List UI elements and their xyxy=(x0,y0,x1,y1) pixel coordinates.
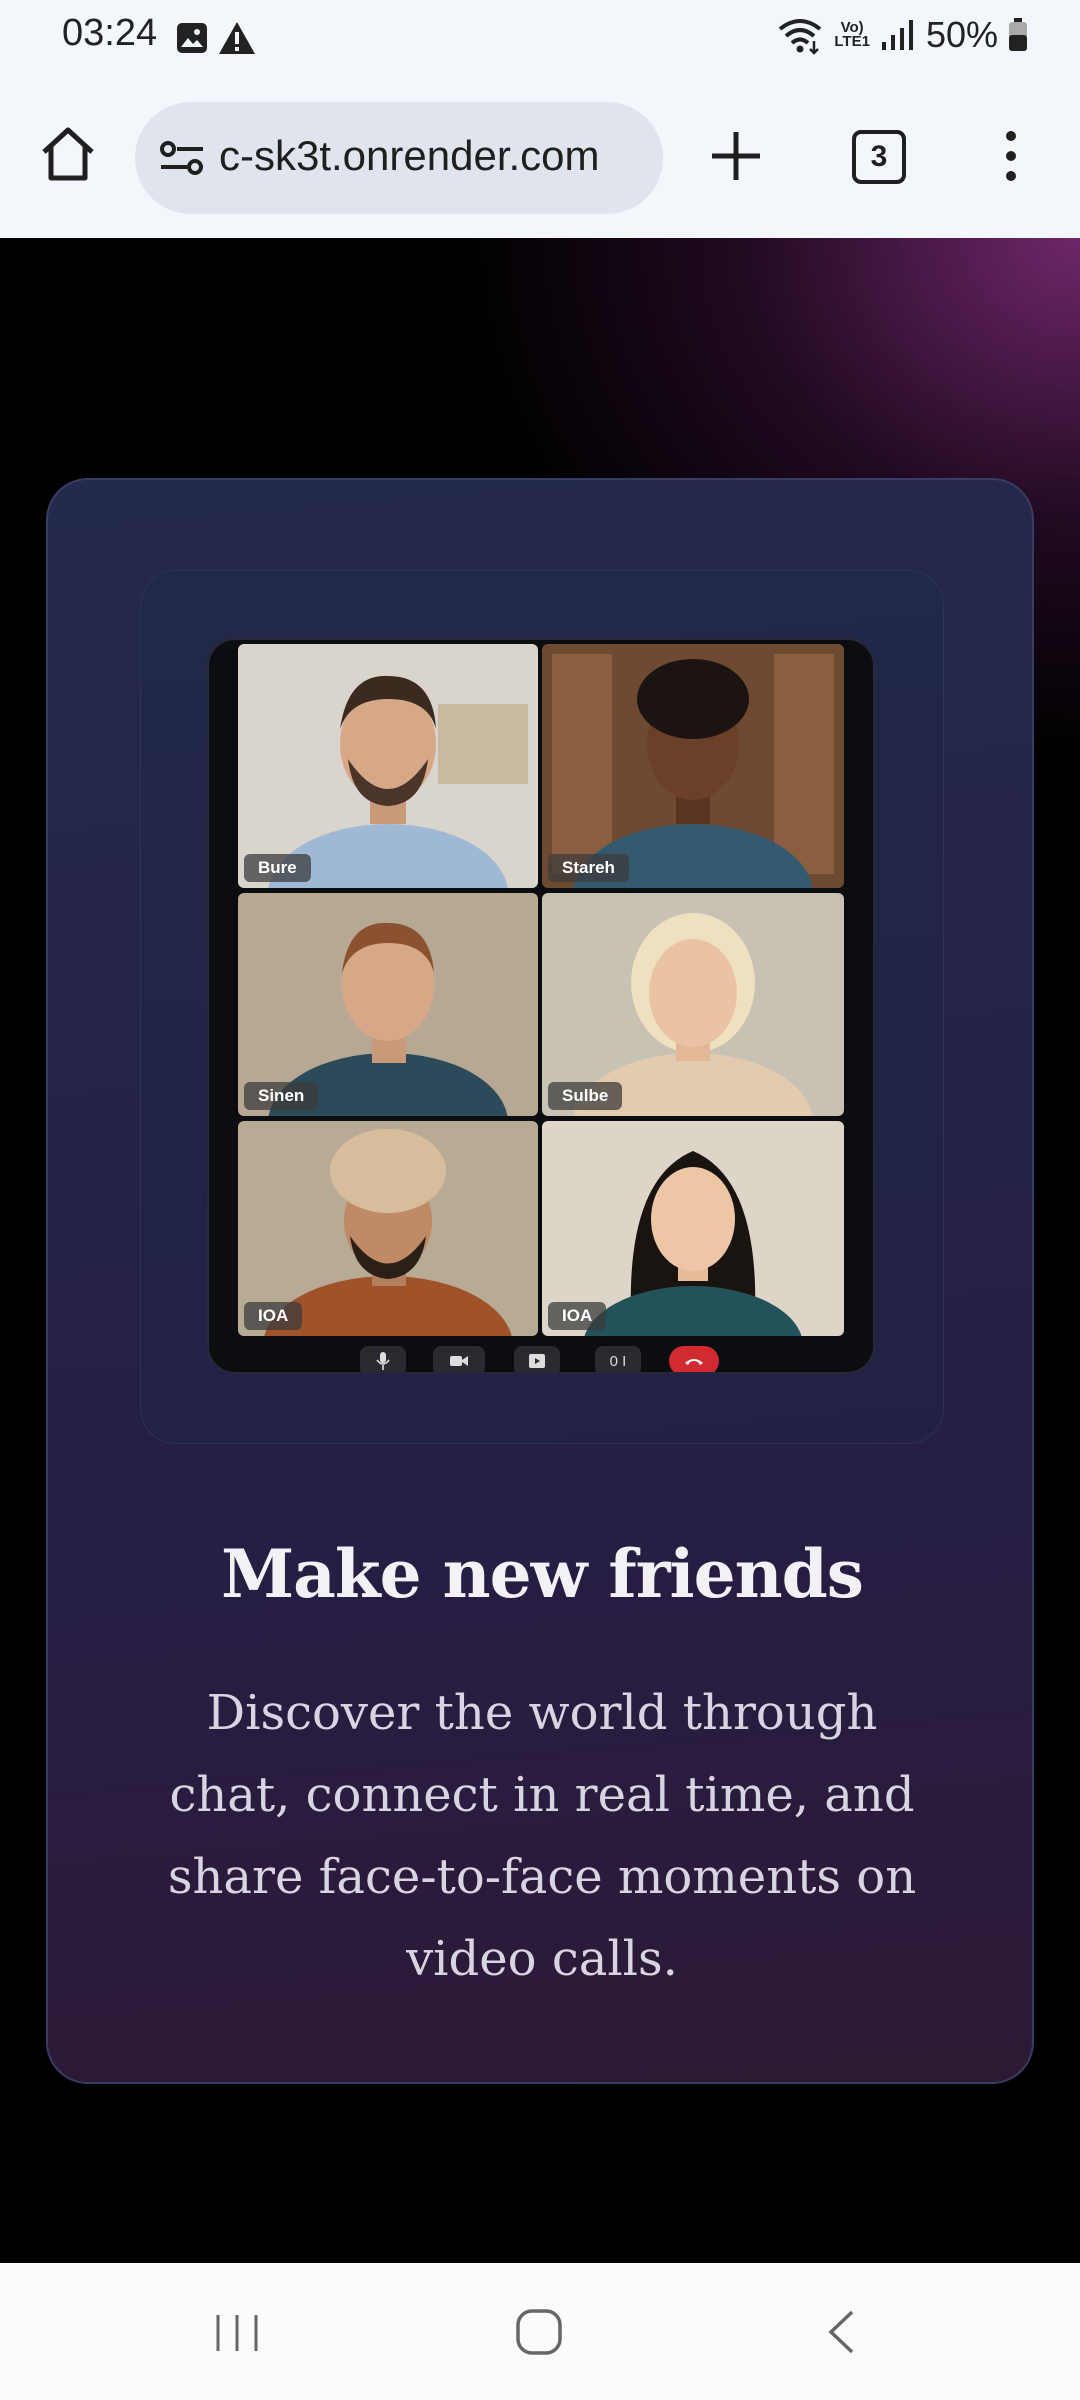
status-bar: 03:24 Vo) LTE1 50% xyxy=(0,0,1080,80)
end-call-button xyxy=(669,1346,719,1372)
participant-name: IOA xyxy=(244,1302,303,1330)
camera-icon xyxy=(450,1356,468,1366)
tab-switcher-button[interactable]: 3 xyxy=(852,130,906,184)
timer-text: 0 I xyxy=(609,1352,627,1370)
battery-icon xyxy=(1009,18,1027,51)
navigation-bar xyxy=(0,2263,1080,2400)
participant-avatar xyxy=(238,644,538,888)
participant-name: Bure xyxy=(244,854,311,882)
participant-avatar xyxy=(542,644,844,888)
participant-tile: Stareh xyxy=(542,644,844,888)
volte-indicator: Vo) LTE1 xyxy=(834,20,870,50)
participant-tile: Sinen xyxy=(238,893,538,1116)
warning-icon xyxy=(219,22,255,54)
wifi-icon xyxy=(779,19,822,55)
screen-share-icon xyxy=(529,1354,545,1368)
mic-button xyxy=(360,1346,406,1372)
new-tab-icon[interactable] xyxy=(708,128,764,184)
battery-percent: 50% xyxy=(925,14,998,55)
hero-title: Make new friends xyxy=(221,1535,864,1613)
recent-apps-icon[interactable] xyxy=(212,2313,262,2353)
participant-tile: IOA xyxy=(238,1121,538,1336)
call-timer: 0 I xyxy=(595,1346,641,1372)
url-text[interactable]: c-sk3t.onrender.com xyxy=(219,132,600,180)
home-button-icon[interactable] xyxy=(515,2308,563,2356)
participant-tile: IOA xyxy=(542,1121,844,1336)
mic-icon xyxy=(376,1352,390,1370)
site-settings-icon[interactable] xyxy=(159,140,205,176)
status-time: 03:24 xyxy=(62,12,158,54)
participant-name: Stareh xyxy=(548,854,629,882)
browser-toolbar: c-sk3t.onrender.com 3 xyxy=(0,80,1080,238)
signal-icon xyxy=(881,20,913,50)
menu-icon[interactable] xyxy=(998,128,1024,184)
camera-button xyxy=(433,1346,485,1372)
feature-card: Bure Stareh Sinen Sulbe IOA IOA 0 I Make… xyxy=(46,478,1034,2084)
participant-name: IOA xyxy=(548,1302,607,1330)
address-bar[interactable]: c-sk3t.onrender.com xyxy=(135,102,663,214)
web-page: Bure Stareh Sinen Sulbe IOA IOA 0 I Make… xyxy=(0,238,1080,2263)
back-icon[interactable] xyxy=(826,2309,856,2355)
volte-bottom-text: LTE1 xyxy=(834,33,870,50)
participant-name: Sinen xyxy=(244,1082,319,1110)
video-call-illustration: Bure Stareh Sinen Sulbe IOA IOA 0 I xyxy=(207,638,875,1374)
end-call-icon xyxy=(685,1359,703,1365)
participant-tile: Bure xyxy=(238,644,538,888)
tab-count: 3 xyxy=(870,140,888,173)
participant-tile: Sulbe xyxy=(542,893,844,1116)
image-icon xyxy=(177,23,207,53)
participant-name: Sulbe xyxy=(548,1082,623,1110)
home-icon[interactable] xyxy=(38,124,98,184)
screen-share-button xyxy=(514,1346,560,1372)
hero-description: Discover the world through chat, connect… xyxy=(167,1685,917,1987)
